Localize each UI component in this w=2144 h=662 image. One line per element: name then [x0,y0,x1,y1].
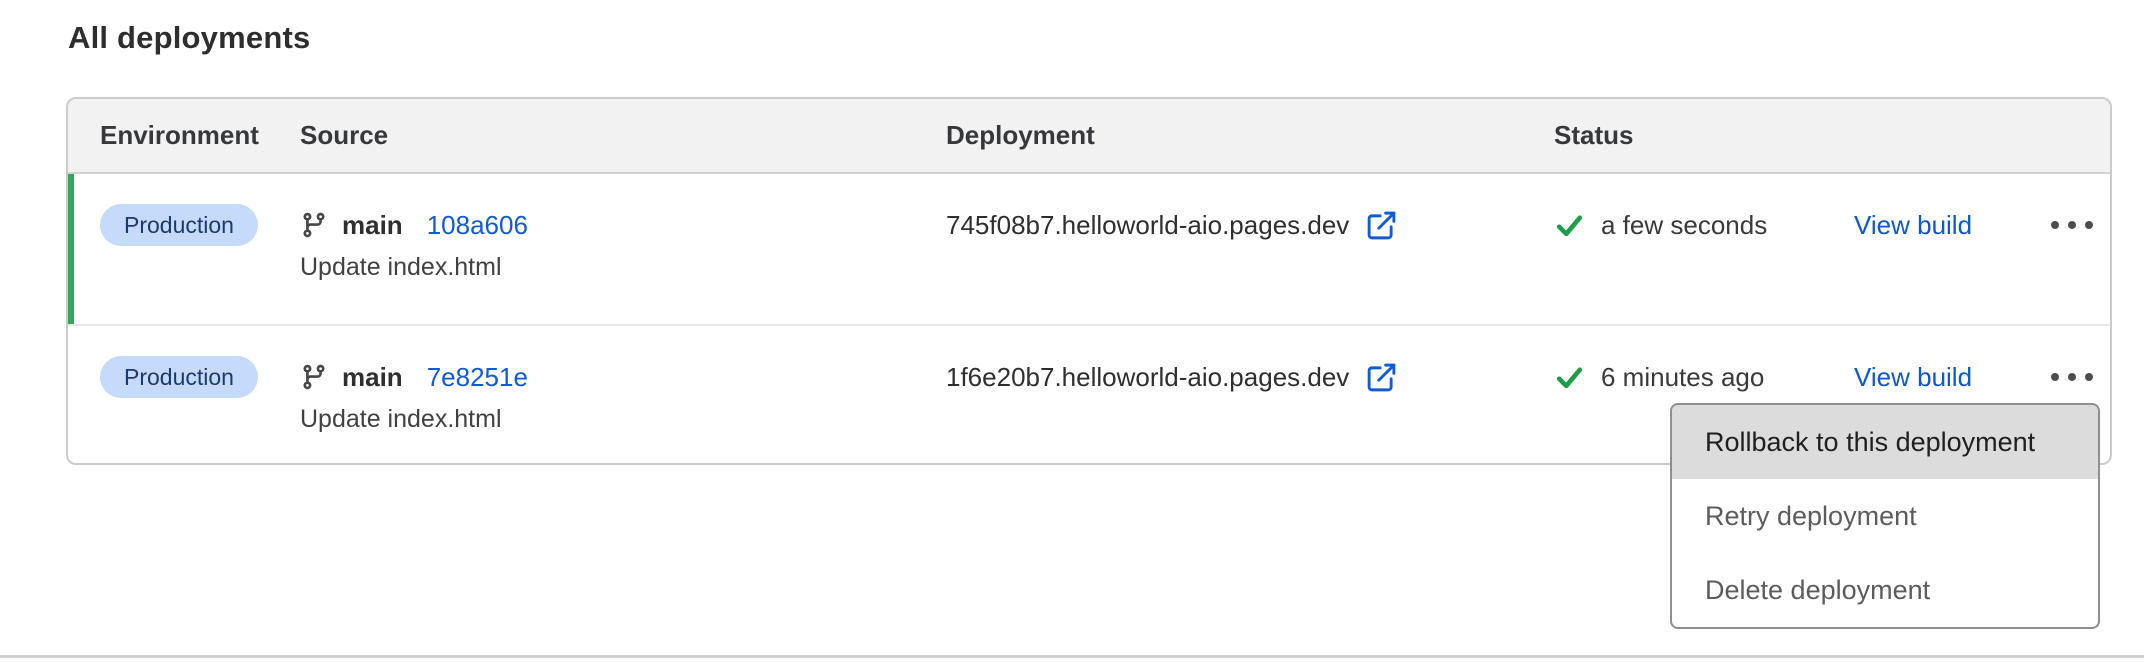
deployment-actions-menu: Rollback to this deployment Retry deploy… [1670,403,2100,629]
view-build-cell: View build [1854,356,2034,398]
environment-badge: Production [100,356,258,398]
source-cell: main 108a606 Update index.html [300,204,946,282]
success-check-icon [1554,362,1585,393]
commit-message: Update index.html [300,252,946,282]
commit-link[interactable]: 108a606 [427,210,528,241]
status-cell: 6 minutes ago [1554,356,1854,398]
column-header-source: Source [300,120,946,151]
column-header-status: Status [1554,120,1854,151]
view-build-link[interactable]: View build [1854,210,1972,241]
menu-item-delete[interactable]: Delete deployment [1672,553,2098,627]
external-link-icon[interactable] [1365,361,1398,394]
current-deployment-indicator [68,174,74,324]
actions-cell [2034,356,2110,398]
commit-message: Update index.html [300,404,946,434]
ellipsis-icon [2051,221,2059,229]
commit-link[interactable]: 7e8251e [427,362,528,393]
deployment-url: 745f08b7.helloworld-aio.pages.dev [946,210,1349,241]
environment-cell: Production [100,204,300,246]
status-text: 6 minutes ago [1601,362,1764,393]
git-branch-icon [300,363,328,391]
environment-badge: Production [100,204,258,246]
actions-cell [2034,204,2110,246]
deployment-cell: 1f6e20b7.helloworld-aio.pages.dev [946,356,1554,398]
page-title: All deployments [68,20,310,56]
branch-name: main [342,210,403,241]
deployment-cell: 745f08b7.helloworld-aio.pages.dev [946,204,1554,246]
git-branch-icon [300,211,328,239]
view-build-cell: View build [1854,204,2034,246]
source-cell: main 7e8251e Update index.html [300,356,946,434]
external-link-icon[interactable] [1365,209,1398,242]
environment-cell: Production [100,356,300,398]
status-text: a few seconds [1601,210,1767,241]
row-actions-button[interactable] [2045,209,2099,241]
column-header-deployment: Deployment [946,120,1554,151]
deployment-url: 1f6e20b7.helloworld-aio.pages.dev [946,362,1349,393]
row-actions-button[interactable] [2045,361,2099,393]
menu-item-rollback[interactable]: Rollback to this deployment [1672,405,2098,479]
success-check-icon [1554,210,1585,241]
menu-item-retry[interactable]: Retry deployment [1672,479,2098,553]
branch-name: main [342,362,403,393]
bottom-divider [0,655,2144,658]
table-header-row: Environment Source Deployment Status [68,99,2110,174]
view-build-link[interactable]: View build [1854,362,1972,393]
column-header-environment: Environment [100,120,300,151]
table-row: Production main 108a606 Update index.htm… [68,174,2110,326]
ellipsis-icon [2051,373,2059,381]
status-cell: a few seconds [1554,204,1854,246]
